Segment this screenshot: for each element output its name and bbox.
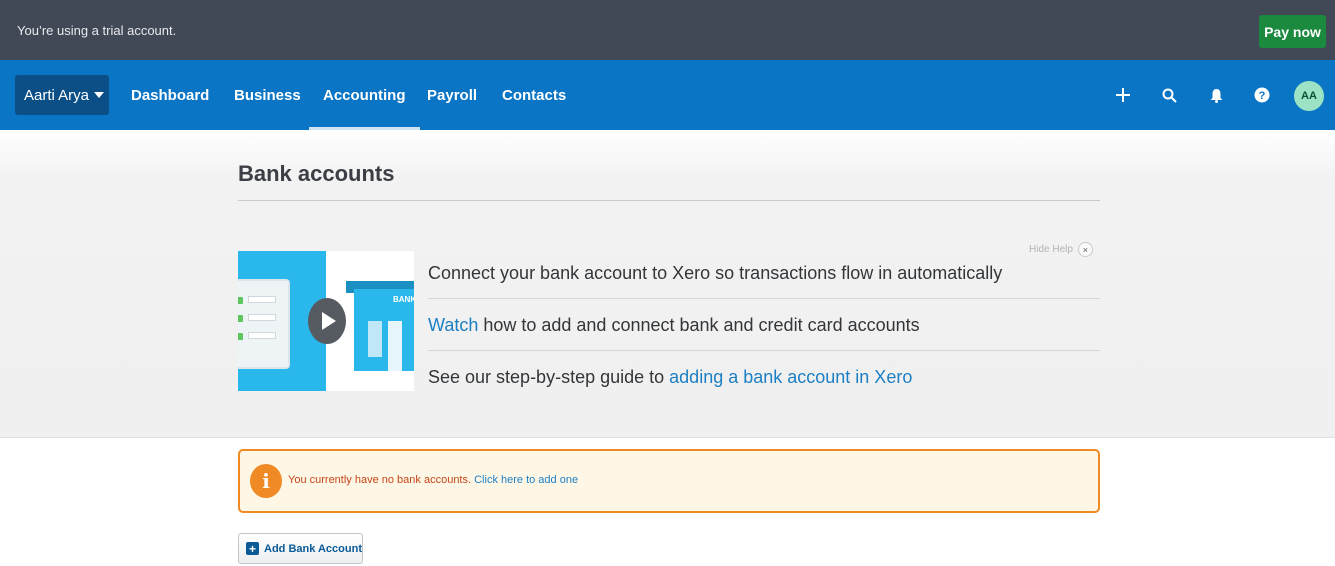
- bank-door: [368, 321, 382, 357]
- help-line-watch: Watch how to add and connect bank and cr…: [428, 315, 920, 336]
- hide-help-label: Hide Help: [1029, 244, 1073, 255]
- trial-message: You’re using a trial account.: [17, 23, 177, 38]
- page-title: Bank accounts: [238, 161, 395, 186]
- plus-icon[interactable]: [1112, 84, 1134, 106]
- user-avatar[interactable]: AA: [1294, 81, 1324, 111]
- help-divider: [428, 298, 1100, 299]
- checklist-illustration: [238, 279, 290, 369]
- add-bank-account-label: Add Bank Account: [264, 542, 362, 555]
- no-accounts-alert: i You currently have no bank accounts. C…: [238, 449, 1100, 513]
- help-panel: [0, 130, 1335, 438]
- alert-message: You currently have no bank accounts. Cli…: [288, 474, 578, 486]
- hide-help-button[interactable]: Hide Help ×: [1029, 242, 1093, 257]
- video-thumbnail[interactable]: BANK: [238, 251, 414, 391]
- plus-icon: +: [246, 542, 259, 555]
- trial-banner: You’re using a trial account. Pay now: [0, 0, 1335, 60]
- watch-text: how to add and connect bank and credit c…: [478, 315, 920, 335]
- org-name: Aarti Arya: [24, 86, 90, 104]
- pay-now-button[interactable]: Pay now: [1259, 15, 1326, 48]
- watch-link[interactable]: Watch: [428, 315, 478, 335]
- help-divider: [428, 350, 1100, 351]
- svg-text:?: ?: [1259, 90, 1266, 102]
- bank-sign: BANK: [393, 295, 414, 304]
- caret-down-icon: [94, 92, 105, 98]
- add-one-link[interactable]: Click here to add one: [474, 474, 578, 486]
- nav-item-dashboard[interactable]: Dashboard: [131, 60, 209, 130]
- checkbox-icon: [238, 333, 243, 340]
- checklist-line: [248, 332, 276, 339]
- help-icon[interactable]: ?: [1251, 84, 1273, 106]
- guide-text: See our step-by-step guide to: [428, 367, 670, 387]
- org-switcher-button[interactable]: Aarti Arya: [15, 75, 109, 115]
- play-icon[interactable]: [308, 298, 346, 344]
- nav-item-accounting[interactable]: Accounting: [309, 60, 419, 130]
- top-navigation: Aarti Arya Dashboard Business Accounting…: [0, 60, 1335, 130]
- close-icon[interactable]: ×: [1077, 242, 1093, 257]
- title-divider: [238, 200, 1100, 201]
- alert-text: You currently have no bank accounts.: [288, 474, 472, 486]
- checkbox-icon: [238, 315, 243, 322]
- info-icon: i: [250, 464, 282, 498]
- bell-icon[interactable]: [1205, 84, 1227, 106]
- help-line-guide: See our step-by-step guide to adding a b…: [428, 367, 912, 388]
- checklist-line: [248, 296, 276, 303]
- help-line-connect: Connect your bank account to Xero so tra…: [428, 263, 1003, 283]
- checklist-line: [248, 314, 276, 321]
- bank-window: [388, 321, 402, 371]
- nav-item-payroll[interactable]: Payroll: [427, 60, 477, 130]
- search-icon[interactable]: [1158, 84, 1180, 106]
- guide-link[interactable]: adding a bank account in Xero: [669, 367, 912, 387]
- add-bank-account-button[interactable]: + Add Bank Account: [238, 533, 363, 564]
- checkbox-icon: [238, 297, 243, 304]
- nav-item-business[interactable]: Business: [234, 60, 301, 130]
- nav-item-contacts[interactable]: Contacts: [502, 60, 566, 130]
